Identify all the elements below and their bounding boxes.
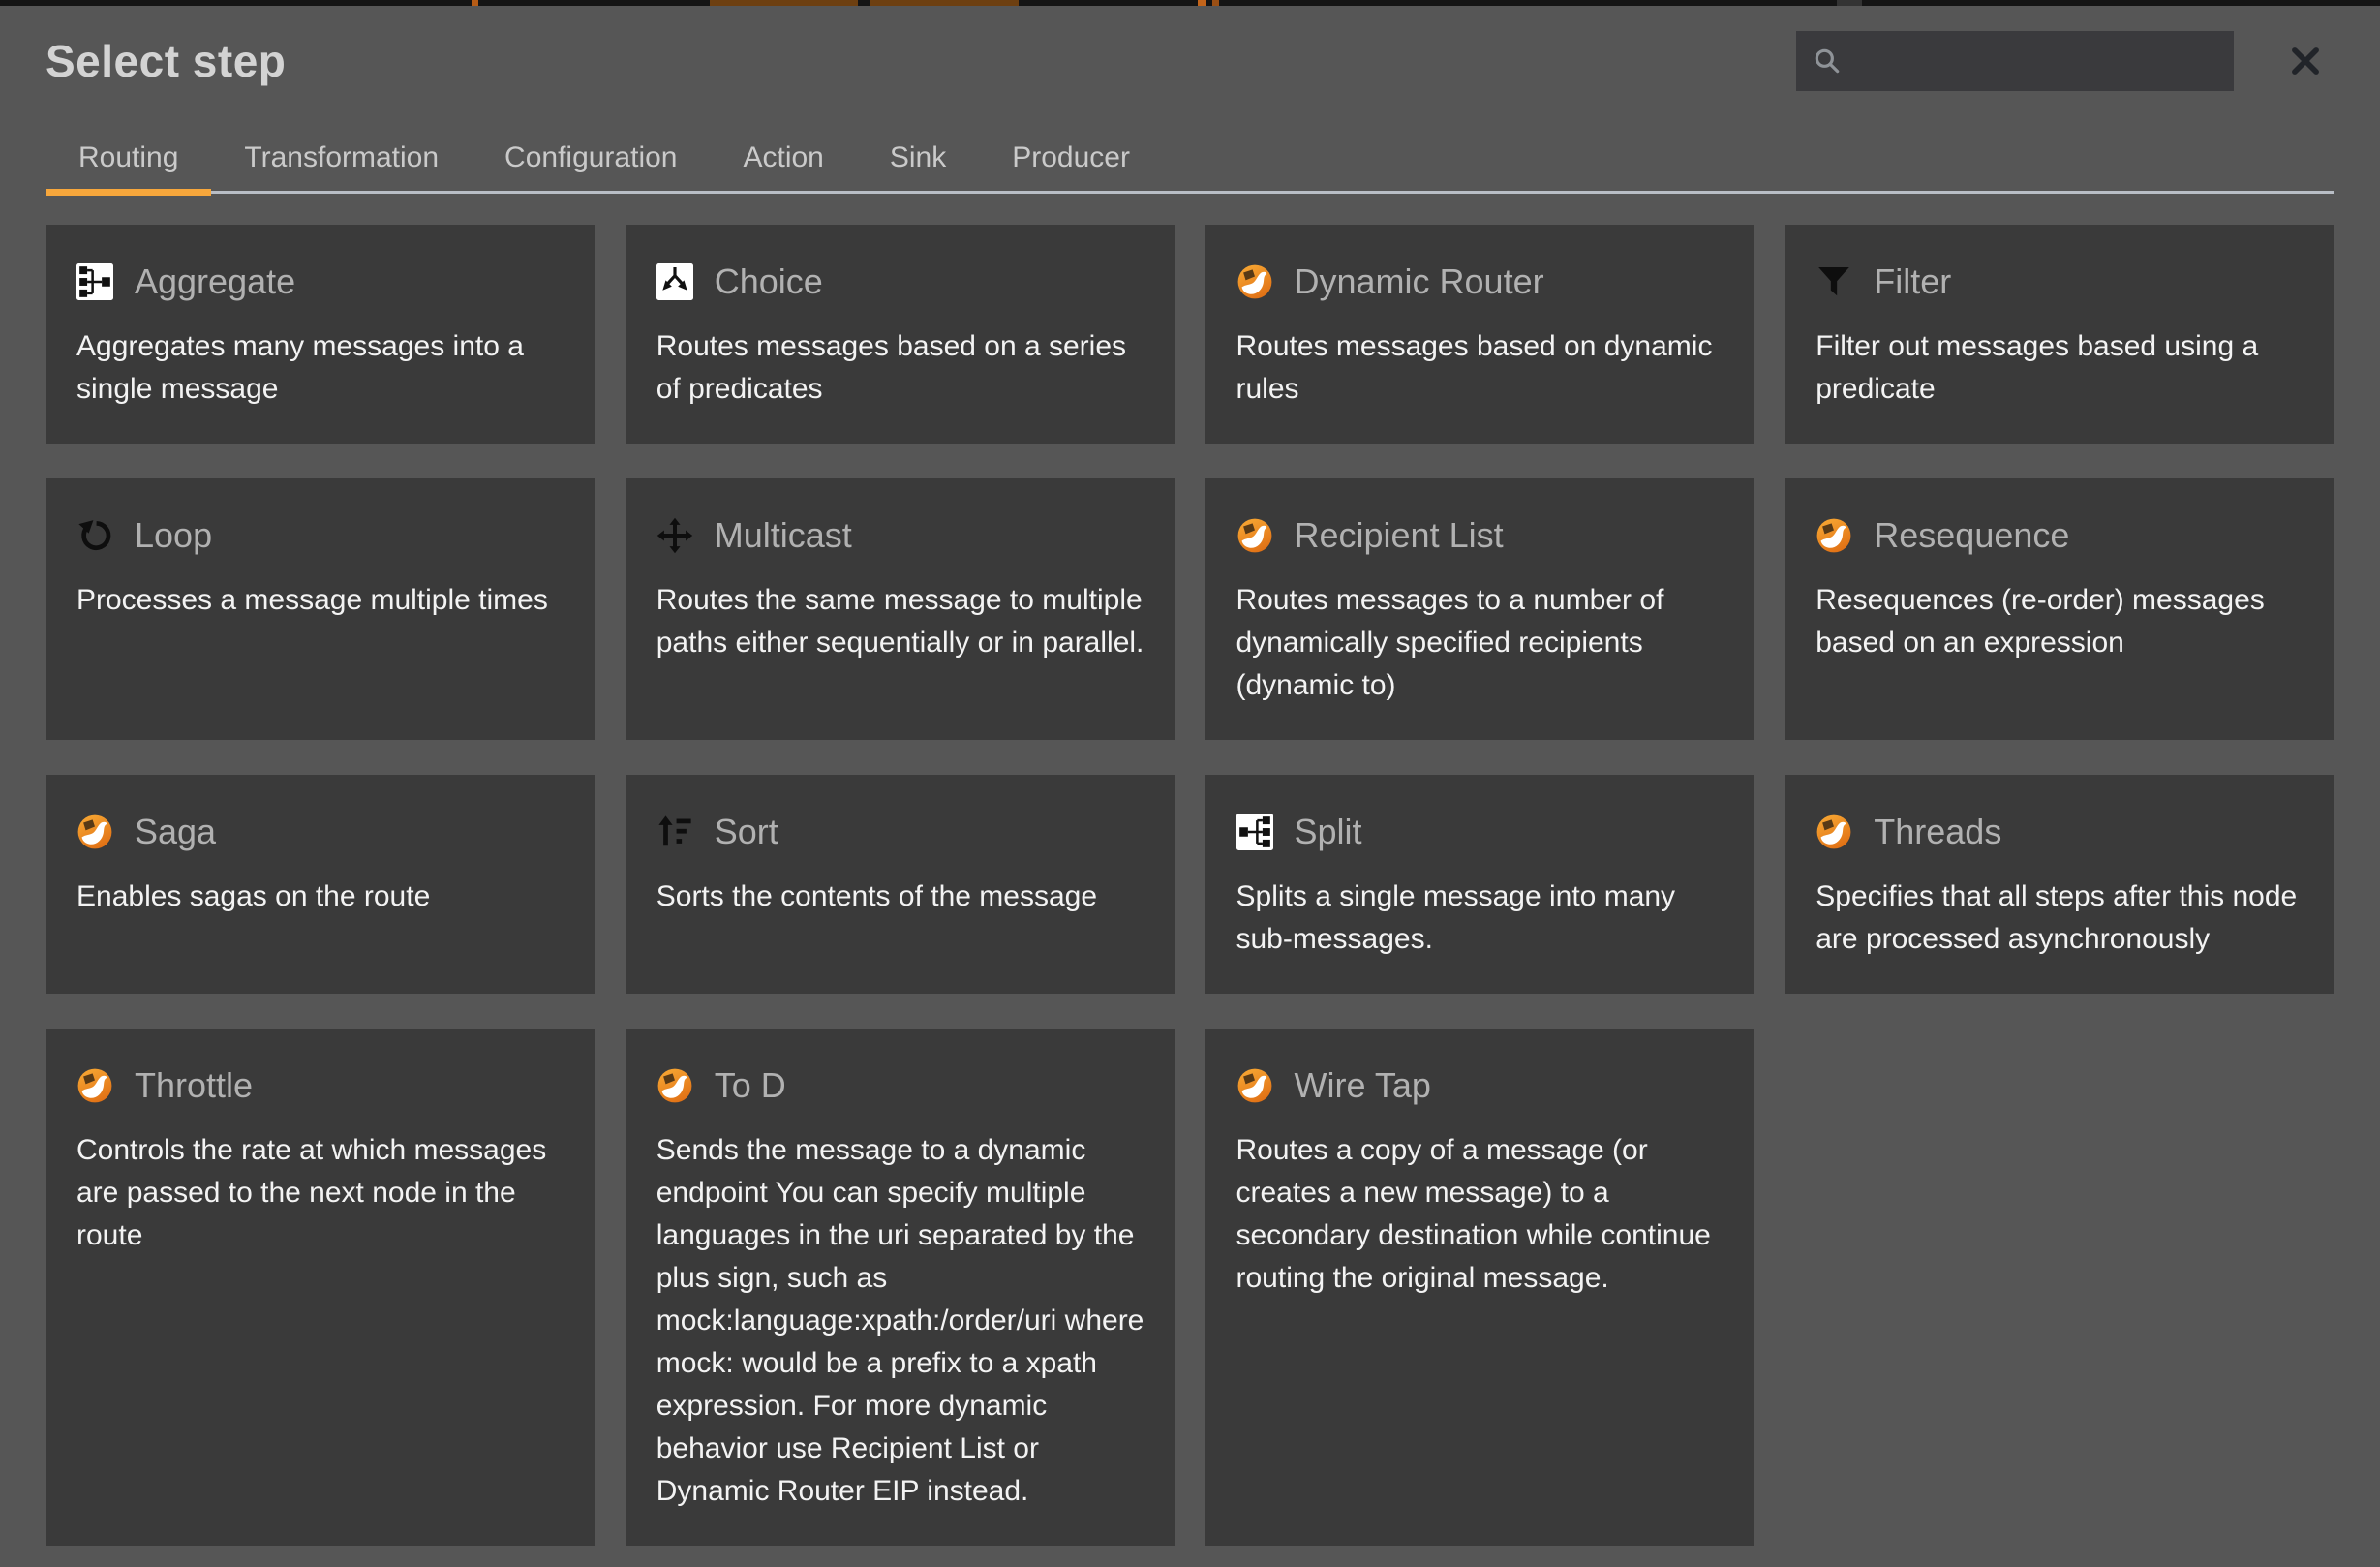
tab-producer[interactable]: Producer — [979, 132, 1163, 196]
step-card-description: Routes messages based on dynamic rules — [1236, 325, 1724, 411]
step-card-title: Resequence — [1874, 515, 2069, 556]
step-card-choice[interactable]: Choice Routes messages based on a series… — [626, 225, 1175, 444]
step-card-multicast[interactable]: Multicast Routes the same message to mul… — [626, 478, 1175, 740]
step-card-filter[interactable]: Filter Filter out messages based using a… — [1785, 225, 2334, 444]
step-card-title: Aggregate — [135, 261, 295, 302]
step-card-title: Split — [1295, 812, 1362, 852]
camel-logo-icon — [656, 1067, 693, 1104]
modal-header: Select step — [46, 6, 2334, 91]
search-input[interactable] — [1843, 31, 2234, 91]
search-icon — [1812, 46, 1843, 77]
step-card-description: Sorts the contents of the message — [656, 876, 1144, 918]
camel-logo-icon — [1236, 263, 1273, 300]
step-card-description: Processes a message multiple times — [76, 579, 564, 622]
step-card-header: Loop — [76, 515, 564, 556]
camel-logo-icon — [76, 1067, 113, 1104]
step-card-header: Sort — [656, 812, 1144, 852]
step-card-header: Dynamic Router — [1236, 261, 1724, 302]
tab-sink[interactable]: Sink — [857, 132, 979, 196]
step-card-title: Threads — [1874, 812, 2001, 852]
step-card-description: Filter out messages based using a predic… — [1816, 325, 2304, 411]
step-card-title: Multicast — [715, 515, 852, 556]
step-card-description: Routes messages based on a series of pre… — [656, 325, 1144, 411]
step-card-title: To D — [715, 1065, 786, 1106]
step-card-title: Throttle — [135, 1065, 253, 1106]
step-card-title: Dynamic Router — [1295, 261, 1544, 302]
page-title: Select step — [46, 35, 286, 87]
tab-routing[interactable]: Routing — [46, 132, 211, 196]
step-card-description: Enables sagas on the route — [76, 876, 564, 918]
step-card-threads[interactable]: Threads Specifies that all steps after t… — [1785, 775, 2334, 994]
step-card-description: Specifies that all steps after this node… — [1816, 876, 2304, 961]
step-card-description: Resequences (re-order) messages based on… — [1816, 579, 2304, 664]
sort-icon — [656, 814, 693, 850]
step-card-header: Choice — [656, 261, 1144, 302]
camel-logo-icon — [1236, 517, 1273, 554]
select-step-modal: Select step RoutingTransformationConfigu… — [0, 6, 2380, 1567]
step-card-header: Resequence — [1816, 515, 2304, 556]
step-card-header: Aggregate — [76, 261, 564, 302]
step-card-title: Sort — [715, 812, 778, 852]
step-card-description: Splits a single message into many sub-me… — [1236, 876, 1724, 961]
step-card-header: Saga — [76, 812, 564, 852]
step-card-header: Recipient List — [1236, 515, 1724, 556]
step-card-description: Routes messages to a number of dynamical… — [1236, 579, 1724, 707]
step-card-saga[interactable]: Saga Enables sagas on the route — [46, 775, 595, 994]
search-box[interactable] — [1796, 31, 2234, 91]
step-card-grid: Aggregate Aggregates many messages into … — [46, 225, 2334, 1546]
step-card-title: Filter — [1874, 261, 1951, 302]
step-card-description: Routes a copy of a message (or creates a… — [1236, 1129, 1724, 1300]
tab-configuration[interactable]: Configuration — [472, 132, 710, 196]
step-card-header: Throttle — [76, 1065, 564, 1106]
split-icon — [1236, 814, 1273, 850]
camel-logo-icon — [1816, 517, 1852, 554]
aggregate-icon — [76, 263, 113, 300]
step-card-header: Filter — [1816, 261, 2304, 302]
step-card-description: Sends the message to a dynamic endpoint … — [656, 1129, 1144, 1513]
step-card-title: Choice — [715, 261, 823, 302]
step-card-split[interactable]: Split Splits a single message into many … — [1205, 775, 1755, 994]
step-card-recipient-list[interactable]: Recipient List Routes messages to a numb… — [1205, 478, 1755, 740]
tab-transformation[interactable]: Transformation — [211, 132, 472, 196]
step-card-wire-tap[interactable]: Wire Tap Routes a copy of a message (or … — [1205, 1029, 1755, 1546]
tab-action[interactable]: Action — [710, 132, 856, 196]
step-card-header: Split — [1236, 812, 1724, 852]
step-card-title: Recipient List — [1295, 515, 1504, 556]
loop-icon — [76, 517, 113, 554]
step-card-title: Loop — [135, 515, 212, 556]
step-card-description: Controls the rate at which messages are … — [76, 1129, 564, 1257]
step-card-header: Wire Tap — [1236, 1065, 1724, 1106]
close-button[interactable] — [2284, 40, 2327, 82]
step-card-resequence[interactable]: Resequence Resequences (re-order) messag… — [1785, 478, 2334, 740]
step-card-loop[interactable]: Loop Processes a message multiple times — [46, 478, 595, 740]
step-card-header: Multicast — [656, 515, 1144, 556]
step-card-description: Aggregates many messages into a single m… — [76, 325, 564, 411]
step-card-dynamic-router[interactable]: Dynamic Router Routes messages based on … — [1205, 225, 1755, 444]
step-card-aggregate[interactable]: Aggregate Aggregates many messages into … — [46, 225, 595, 444]
step-card-sort[interactable]: Sort Sorts the contents of the message — [626, 775, 1175, 994]
step-card-title: Wire Tap — [1295, 1065, 1431, 1106]
choice-icon — [656, 263, 693, 300]
step-card-description: Routes the same message to multiple path… — [656, 579, 1144, 664]
header-controls — [1796, 31, 2334, 91]
camel-logo-icon — [76, 814, 113, 850]
step-card-header: Threads — [1816, 812, 2304, 852]
camel-logo-icon — [1236, 1067, 1273, 1104]
close-icon — [2287, 43, 2324, 79]
camel-logo-icon — [1816, 814, 1852, 850]
step-card-header: To D — [656, 1065, 1144, 1106]
step-card-title: Saga — [135, 812, 216, 852]
multicast-icon — [656, 517, 693, 554]
step-card-throttle[interactable]: Throttle Controls the rate at which mess… — [46, 1029, 595, 1546]
filter-icon — [1816, 263, 1852, 300]
category-tabs: RoutingTransformationConfigurationAction… — [46, 132, 2334, 196]
step-card-to-d[interactable]: To D Sends the message to a dynamic endp… — [626, 1029, 1175, 1546]
